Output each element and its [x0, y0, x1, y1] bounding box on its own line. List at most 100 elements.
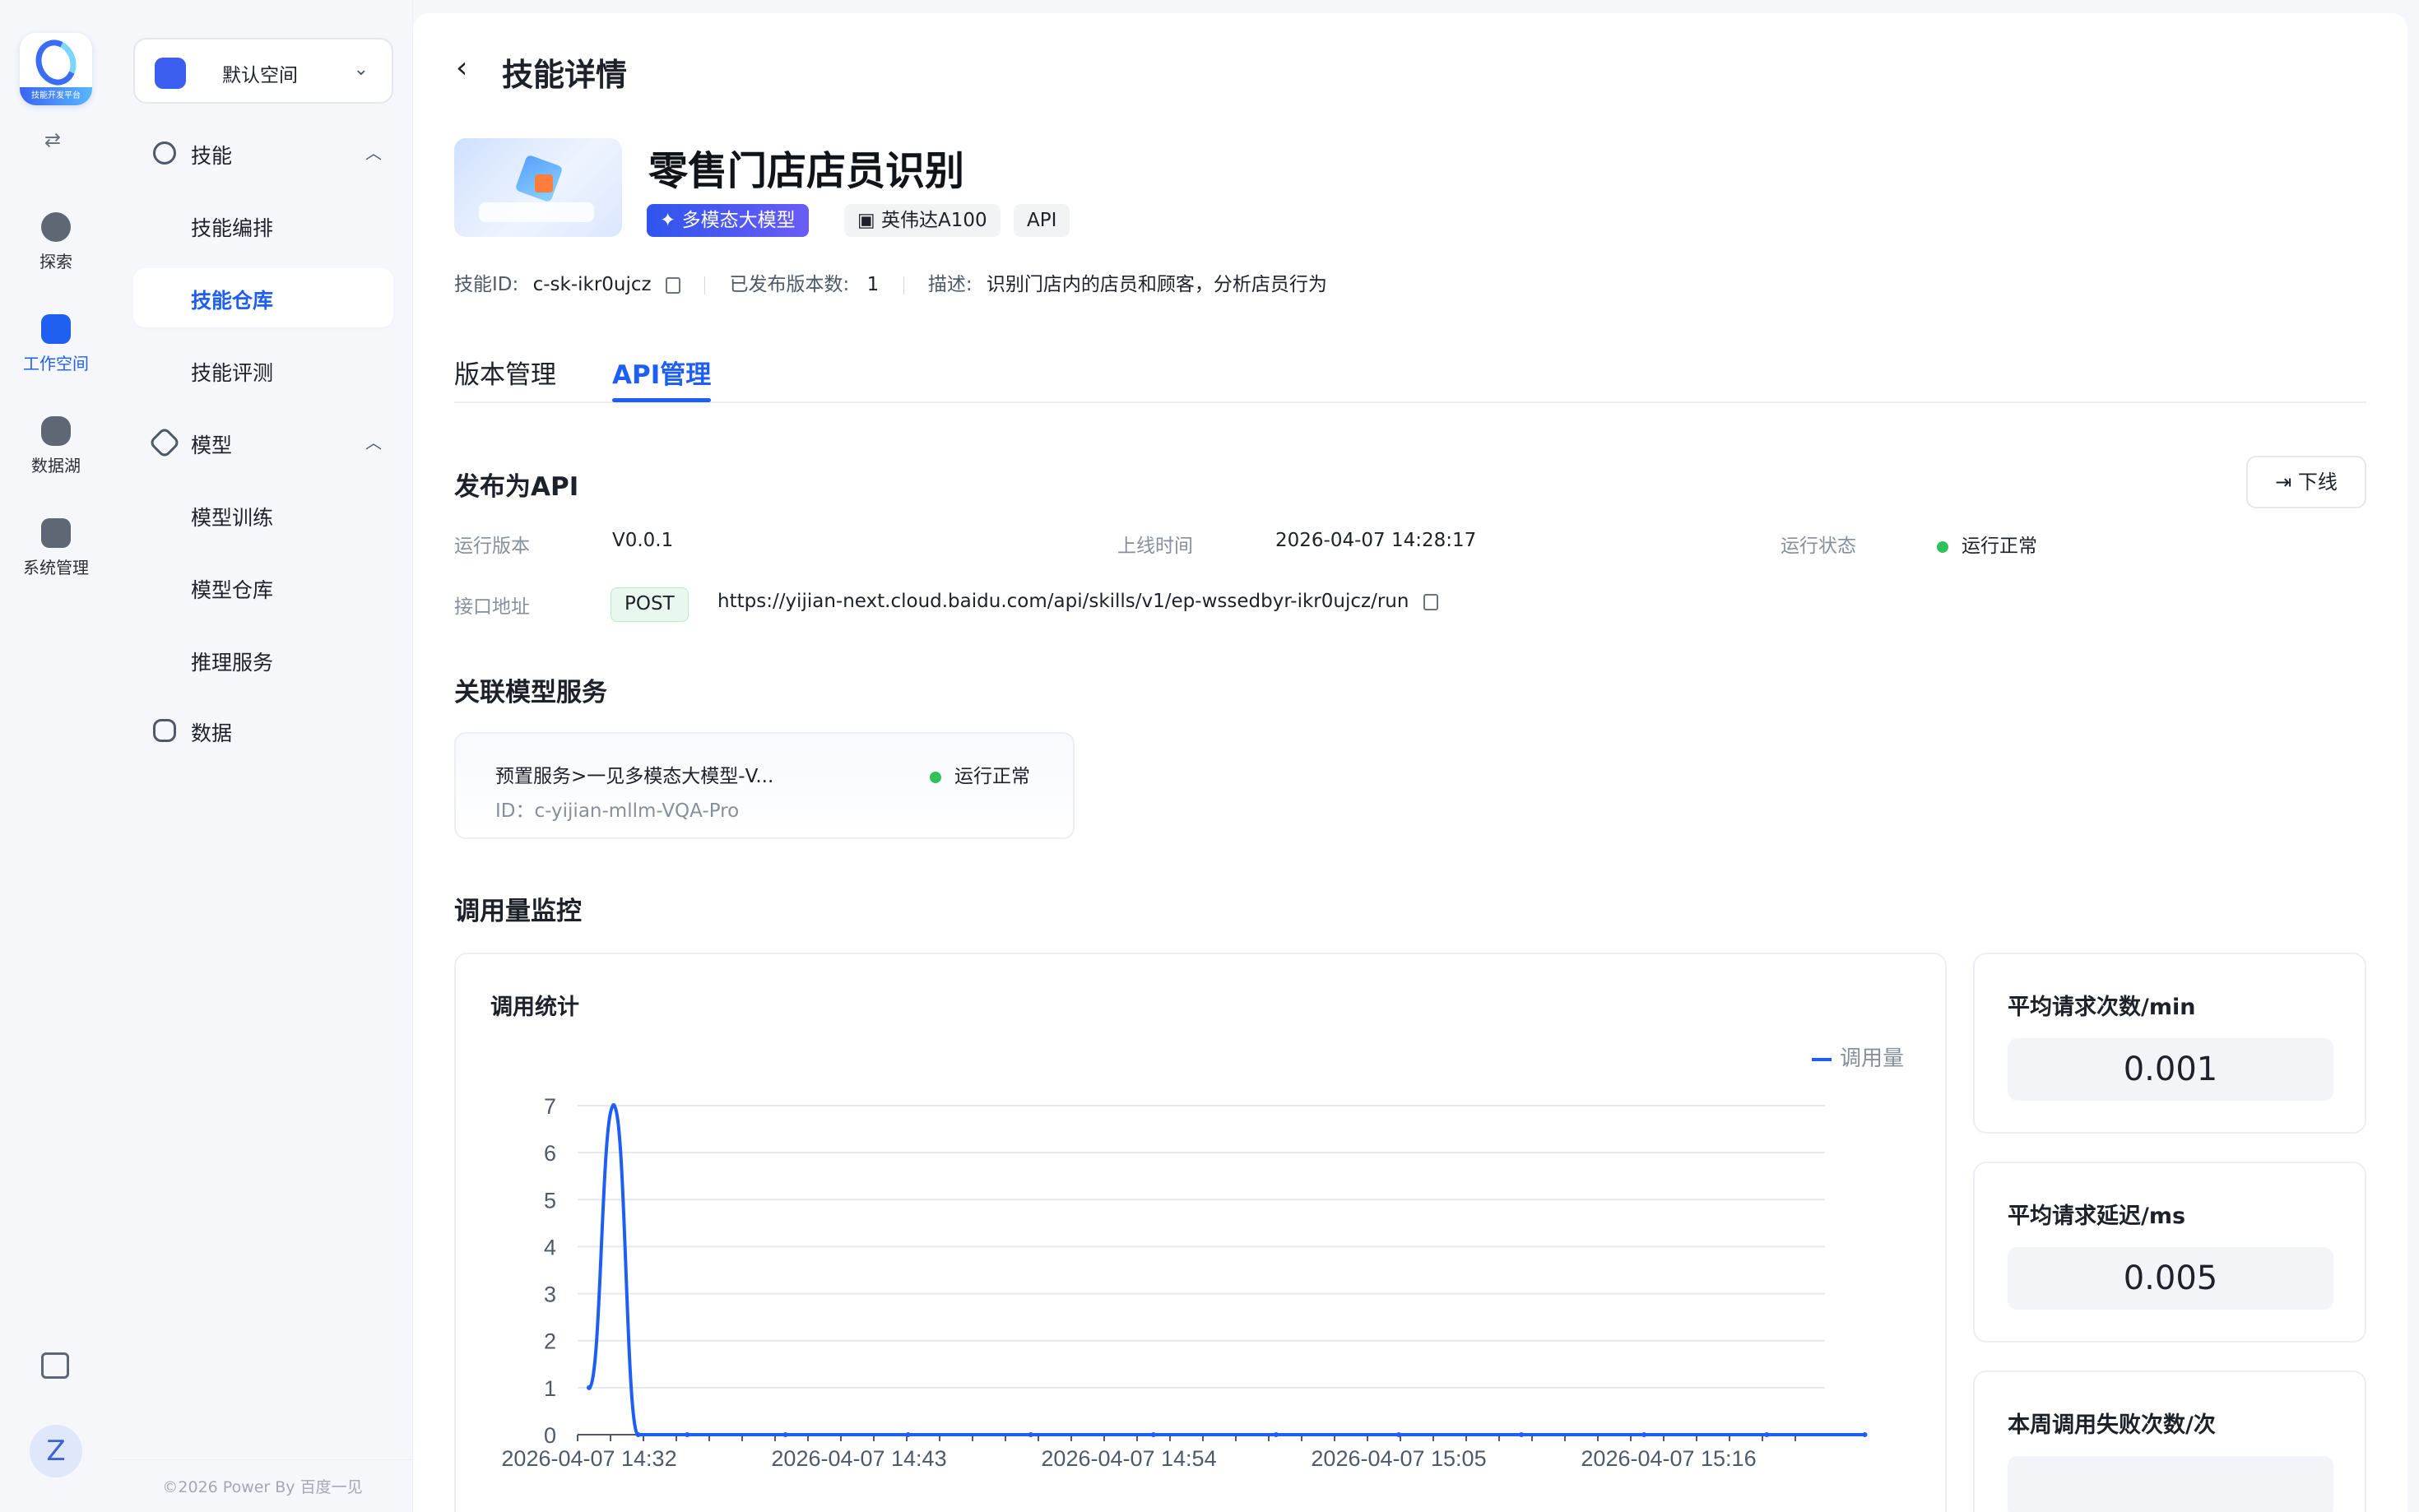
related-model-title: 关联模型服务 — [454, 678, 607, 707]
stat-label: 平均请求次数/min — [2008, 995, 2196, 1020]
chevron-down-icon: ⌄ — [353, 59, 369, 80]
data-point — [905, 1432, 911, 1437]
avatar[interactable]: Z — [30, 1425, 82, 1477]
logo-caption: 技能开发平台 — [20, 87, 92, 105]
rail-item-system[interactable]: 系统管理 — [0, 518, 112, 578]
chip-icon: ▣ — [857, 210, 882, 231]
skill-name: 零售门店店员识别 — [648, 148, 965, 194]
nav-item-inference-service[interactable]: 推理服务 — [133, 630, 393, 689]
y-tick-label: 5 — [544, 1188, 556, 1213]
nav-group-data[interactable]: 数据 — [112, 707, 413, 754]
app-logo[interactable]: 技能开发平台 — [20, 33, 92, 105]
status-ok-icon — [930, 771, 941, 783]
y-tick-label: 7 — [544, 1094, 556, 1119]
data-point — [611, 1103, 616, 1108]
publish-api-title: 发布为API — [454, 472, 579, 502]
back-arrow-icon[interactable]: ‹ — [456, 51, 467, 85]
rail-item-datalake[interactable]: 数据湖 — [0, 416, 112, 476]
nav-item-label: 技能评测 — [191, 361, 274, 385]
online-time-key: 上线时间 — [1117, 536, 1193, 557]
cube-icon — [148, 426, 181, 459]
service-name: 预置服务>一见多模态大模型-V... — [495, 766, 774, 787]
divider — [704, 276, 706, 295]
space-selector[interactable]: 默认空间 ⌄ — [133, 38, 393, 104]
thumb-base — [479, 202, 594, 222]
stat-card-avg-requests: 平均请求次数/min 0.001 — [1973, 953, 2366, 1134]
x-tick-label: 2026-04-07 14:54 — [1041, 1446, 1216, 1471]
space-name: 默认空间 — [222, 65, 298, 86]
data-point — [1150, 1432, 1156, 1437]
stat-label: 平均请求延迟/ms — [2008, 1204, 2186, 1229]
stat-card-weekly-failures: 本周调用失败次数/次 — [1973, 1371, 2366, 1512]
run-version: V0.0.1 — [612, 530, 673, 551]
copy-icon[interactable] — [665, 276, 680, 294]
run-version-key: 运行版本 — [454, 536, 530, 557]
nav-group-skills[interactable]: 技能 ︿ — [112, 130, 413, 176]
chevron-up-icon: ︿ — [365, 433, 382, 452]
copyright: ©2026 Power By 百度一见 — [112, 1459, 413, 1497]
stat-value: 0.005 — [2008, 1247, 2333, 1310]
run-status: 运行正常 — [1937, 530, 2037, 558]
switch-icon[interactable]: ⇄ — [44, 128, 61, 151]
nav-item-label: 模型训练 — [191, 506, 274, 530]
offline-button[interactable]: ⇥ 下线 — [2246, 456, 2366, 508]
skill-description: 识别门店内的店员和顾客，分析店员行为 — [986, 274, 1327, 295]
nav-item-model-repo[interactable]: 模型仓库 — [133, 558, 393, 617]
nav-group-models[interactable]: 模型 ︿ — [112, 420, 413, 466]
endpoint-url: https://yijian-next.cloud.baidu.com/api/… — [717, 591, 1438, 612]
service-status: 运行正常 — [930, 760, 1030, 788]
tab-api-management[interactable]: API管理 — [612, 354, 712, 402]
http-method-badge: POST — [611, 587, 689, 622]
stat-card-avg-latency: 平均请求延迟/ms 0.005 — [1973, 1162, 2366, 1343]
data-point — [587, 1384, 592, 1390]
logo-mark-icon — [29, 34, 83, 91]
series-line — [587, 1103, 1865, 1436]
skill-meta: 技能ID: c-sk-ikr0ujcz 已发布版本数: 1 描述: 识别门店内的… — [454, 268, 1327, 296]
chevron-up-icon: ︿ — [365, 143, 382, 163]
versions-count: 1 — [866, 274, 880, 295]
nav-item-skill-eval[interactable]: 技能评测 — [133, 341, 393, 400]
main-panel: ‹ 技能详情 零售门店店员识别 ✦ 多模态大模型 ▣ 英伟达A100 API 技… — [413, 13, 2407, 1512]
y-tick-label: 3 — [544, 1282, 556, 1307]
x-tick-label: 2026-04-07 14:32 — [501, 1446, 676, 1471]
online-time: 2026-04-07 14:28:17 — [1275, 530, 1476, 551]
run-version-label: 运行版本 — [454, 530, 530, 558]
nav-group-label: 数据 — [191, 721, 233, 745]
x-tick-label: 2026-04-07 15:05 — [1311, 1446, 1486, 1471]
nav-item-label: 技能仓库 — [191, 289, 274, 313]
sparkle-icon: ✦ — [660, 210, 682, 231]
y-tick-label: 6 — [544, 1141, 556, 1166]
rail-item-label: 数据湖 — [31, 456, 81, 475]
endpoint-label: 接口地址 — [454, 591, 530, 619]
tag-label: 英伟达A100 — [881, 210, 987, 231]
copy-icon[interactable] — [1423, 593, 1438, 610]
tab-version-management[interactable]: 版本管理 — [454, 354, 556, 391]
nav-item-skill-repo[interactable]: 技能仓库 — [133, 268, 393, 327]
run-version-value: V0.0.1 — [612, 530, 674, 551]
endpoint-key: 接口地址 — [454, 596, 530, 618]
icon-rail: 技能开发平台 ⇄ 探索 工作空间 数据湖 系统管理 Z — [0, 0, 112, 1512]
rail-item-workspace[interactable]: 工作空间 — [0, 314, 112, 374]
data-point — [1028, 1432, 1033, 1437]
data-point — [635, 1432, 641, 1437]
stat-label: 本周调用失败次数/次 — [2008, 1412, 2216, 1438]
rail-item-label: 工作空间 — [23, 354, 89, 373]
data-point — [1641, 1432, 1647, 1437]
run-status-key: 运行状态 — [1781, 536, 1856, 557]
planet-icon — [41, 212, 71, 242]
rail-item-explore[interactable]: 探索 — [0, 212, 112, 272]
nav-item-skill-orchestration[interactable]: 技能编排 — [133, 196, 393, 255]
data-point — [1273, 1432, 1279, 1437]
online-time-value: 2026-04-07 14:28:17 — [1275, 530, 1477, 551]
tab-bar: 版本管理 API管理 — [454, 346, 2366, 403]
task-history-icon[interactable] — [41, 1352, 69, 1379]
status-ok-icon — [1937, 540, 1948, 553]
data-point — [1519, 1432, 1525, 1437]
logout-icon: ⇥ — [2275, 471, 2298, 494]
nav-item-model-training[interactable]: 模型训练 — [133, 485, 393, 545]
cloud-icon — [153, 141, 176, 165]
y-tick-label: 1 — [544, 1376, 556, 1401]
skill-id: c-sk-ikr0ujcz — [532, 274, 652, 295]
model-service-card[interactable]: 预置服务>一见多模态大模型-V... ID：c-yijian-mllm-VQA-… — [454, 732, 1075, 839]
data-point — [1764, 1432, 1770, 1437]
